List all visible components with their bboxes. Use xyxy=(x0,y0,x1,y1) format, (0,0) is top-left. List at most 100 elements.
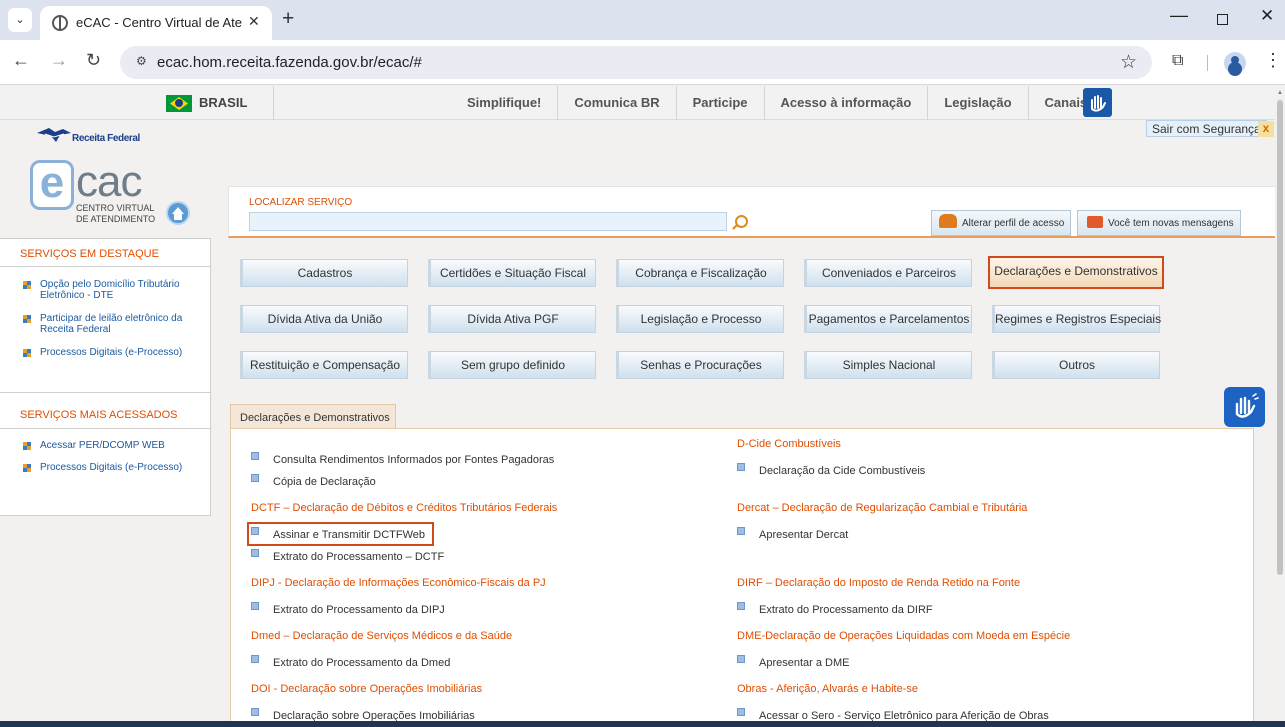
sidebar-divider xyxy=(0,266,210,267)
logout-button[interactable]: Sair com Segurança xyxy=(1146,120,1267,137)
libras-accessibility-icon[interactable] xyxy=(1083,88,1112,117)
service-extrato-dctf[interactable]: Extrato do Processamento – DCTF xyxy=(251,549,444,563)
category-sem-grupo[interactable]: Sem grupo definido xyxy=(428,351,596,379)
close-window-icon[interactable]: ✕ xyxy=(1260,6,1274,26)
category-senhas[interactable]: Senhas e Procurações xyxy=(616,351,784,379)
service-copia-declaracao[interactable]: Cópia de Declaração xyxy=(251,474,376,488)
category-divida-pgf[interactable]: Dívida Ativa PGF xyxy=(428,305,596,333)
tab-search-button[interactable]: ⌄ xyxy=(8,8,32,32)
scroll-up-icon[interactable]: ▲ xyxy=(1277,90,1283,96)
gov-divider xyxy=(273,86,274,120)
sidebar-item-eprocesso[interactable]: Processos Digitais (e-Processo) xyxy=(23,347,193,358)
browser-titlebar: ⌄ eCAC - Centro Virtual de Atendimento ✕… xyxy=(0,0,1285,40)
ecac-logo-subtitle-2: DE ATENDIMENTO xyxy=(76,214,156,224)
section-tab-declaracoes[interactable]: Declarações e Demonstrativos xyxy=(230,404,396,430)
home-icon[interactable] xyxy=(166,201,190,225)
maximize-icon[interactable] xyxy=(1217,14,1228,25)
bookmark-star-icon[interactable]: ☆ xyxy=(1120,51,1137,74)
featured-services-heading: SERVIÇOS EM DESTAQUE xyxy=(20,248,159,260)
reload-icon[interactable]: ↻ xyxy=(86,50,101,71)
ecac-logo-text: cac xyxy=(76,157,142,206)
gov-link-simplifique[interactable]: Simplifique! xyxy=(451,86,559,120)
scroll-thumb[interactable] xyxy=(1277,100,1283,575)
browser-menu-icon[interactable]: ⋮ xyxy=(1264,50,1282,71)
grid-bullet-icon xyxy=(23,349,31,357)
service-apresentar-dercat[interactable]: Apresentar Dercat xyxy=(737,527,848,541)
category-divida-uniao[interactable]: Dívida Ativa da União xyxy=(240,305,408,333)
category-pagamentos[interactable]: Pagamentos e Parcelamentos xyxy=(804,305,972,333)
minimize-icon[interactable]: — xyxy=(1170,5,1188,26)
services-sidebar: SERVIÇOS EM DESTAQUE Opção pelo Domicíli… xyxy=(0,238,211,516)
sidebar-item-leilao[interactable]: Participar de leilão eletrônico da Recei… xyxy=(23,313,193,335)
sidebar-divider xyxy=(0,392,210,393)
tab-close-icon[interactable]: ✕ xyxy=(248,13,260,30)
gov-link-comunica[interactable]: Comunica BR xyxy=(558,86,677,120)
toolbar-divider xyxy=(1207,55,1208,71)
service-extrato-dmed[interactable]: Extrato do Processamento da Dmed xyxy=(251,655,450,669)
grid-bullet-icon xyxy=(23,442,31,450)
new-tab-button[interactable]: + xyxy=(282,7,294,31)
most-accessed-heading: SERVIÇOS MAIS ACESSADOS xyxy=(20,409,178,421)
sidebar-item-perdcomp[interactable]: Acessar PER/DCOMP WEB xyxy=(23,440,193,451)
libras-hand-icon[interactable] xyxy=(1224,387,1265,427)
service-extrato-dirf[interactable]: Extrato do Processamento da DIRF xyxy=(737,602,933,616)
group-dirf-title: DIRF – Declaração do Imposto de Renda Re… xyxy=(737,577,1021,589)
site-info-icon[interactable]: ⚙ xyxy=(136,54,147,68)
search-icon[interactable] xyxy=(735,215,748,228)
forward-arrow-icon[interactable]: → xyxy=(50,50,68,71)
grid-bullet-icon xyxy=(23,281,31,289)
category-conveniados[interactable]: Conveniados e Parceiros xyxy=(804,259,972,287)
search-label: LOCALIZAR SERVIÇO xyxy=(249,197,353,208)
profile-avatar-icon[interactable] xyxy=(1224,52,1246,74)
globe-icon xyxy=(52,15,68,31)
extensions-icon[interactable]: ⧉ xyxy=(1172,52,1183,70)
omnibox[interactable]: ⚙ ecac.hom.receita.fazenda.gov.br/ecac/#… xyxy=(120,46,1152,79)
group-doi-title: DOI - Declaração sobre Operações Imobili… xyxy=(251,683,483,695)
gov-brasil-link[interactable]: BRASIL xyxy=(199,95,247,110)
grid-bullet-icon xyxy=(23,315,31,323)
service-extrato-dipj[interactable]: Extrato do Processamento da DIPJ xyxy=(251,602,445,616)
category-regimes[interactable]: Regimes e Registros Especiais xyxy=(992,305,1161,333)
category-simples[interactable]: Simples Nacional xyxy=(804,351,972,379)
service-apresentar-dme[interactable]: Apresentar a DME xyxy=(737,655,849,669)
group-dctf-title: DCTF – Declaração de Débitos e Créditos … xyxy=(251,502,558,514)
group-dcide-title: D-Cide Combustíveis xyxy=(737,438,841,450)
sidebar-item-eprocesso-2[interactable]: Processos Digitais (e-Processo) xyxy=(23,462,193,473)
ecac-logo-subtitle-1: CENTRO VIRTUAL xyxy=(76,203,155,213)
brazil-flag-icon xyxy=(166,95,192,112)
page-scrollbar[interactable]: ▲ xyxy=(1275,86,1285,727)
category-certidoes[interactable]: Certidões e Situação Fiscal xyxy=(428,259,596,287)
category-restituicao[interactable]: Restituição e Compensação xyxy=(240,351,408,379)
group-dmed-title: Dmed – Declaração de Serviços Médicos e … xyxy=(251,630,513,642)
grid-bullet-icon xyxy=(23,464,31,472)
category-declaracoes[interactable]: Declarações e Demonstrativos xyxy=(988,256,1164,289)
highlight-box xyxy=(247,522,434,546)
url-text[interactable]: ecac.hom.receita.fazenda.gov.br/ecac/# xyxy=(157,54,422,71)
gov-link-legislacao[interactable]: Legislação xyxy=(928,86,1029,120)
group-obras-title: Obras - Aferição, Alvarás e Habite-se xyxy=(737,683,918,695)
receita-federal-logo-icon xyxy=(37,128,71,142)
service-cide-combustiveis[interactable]: Declaração da Cide Combustíveis xyxy=(737,463,925,477)
envelope-icon xyxy=(1087,216,1103,228)
group-dipj-title: DIPJ - Declaração de Informações Econômi… xyxy=(251,577,546,589)
category-legislacao[interactable]: Legislação e Processo xyxy=(616,305,784,333)
sidebar-divider xyxy=(0,428,210,429)
logout-close-icon[interactable]: x xyxy=(1258,121,1274,137)
gov-link-acesso-informacao[interactable]: Acesso à informação xyxy=(765,86,929,120)
service-consulta-rendimentos[interactable]: Consulta Rendimentos Informados por Font… xyxy=(251,452,554,466)
gov-link-participe[interactable]: Participe xyxy=(677,86,765,120)
tab-title: eCAC - Centro Virtual de Atendimento xyxy=(76,15,242,30)
taskbar-strip xyxy=(0,721,1285,727)
address-bar-row: ← → ↻ ⚙ ecac.hom.receita.fazenda.gov.br/… xyxy=(0,40,1285,85)
ecac-logo-e: e xyxy=(30,160,74,210)
back-arrow-icon[interactable]: ← xyxy=(12,50,30,71)
category-outros[interactable]: Outros xyxy=(992,351,1160,379)
search-input[interactable] xyxy=(249,212,727,231)
sidebar-item-dte[interactable]: Opção pelo Domicílio Tributário Eletrôni… xyxy=(23,279,193,301)
agency-name: Receita Federal xyxy=(72,133,140,144)
category-cadastros[interactable]: Cadastros xyxy=(240,259,408,287)
category-cobranca[interactable]: Cobrança e Fiscalização xyxy=(616,259,784,287)
group-dme-title: DME-Declaração de Operações Liquidadas c… xyxy=(737,630,1071,642)
gov-links: Simplifique! Comunica BR Participe Acess… xyxy=(451,86,1103,120)
browser-tab[interactable]: eCAC - Centro Virtual de Atendimento ✕ xyxy=(40,6,272,40)
